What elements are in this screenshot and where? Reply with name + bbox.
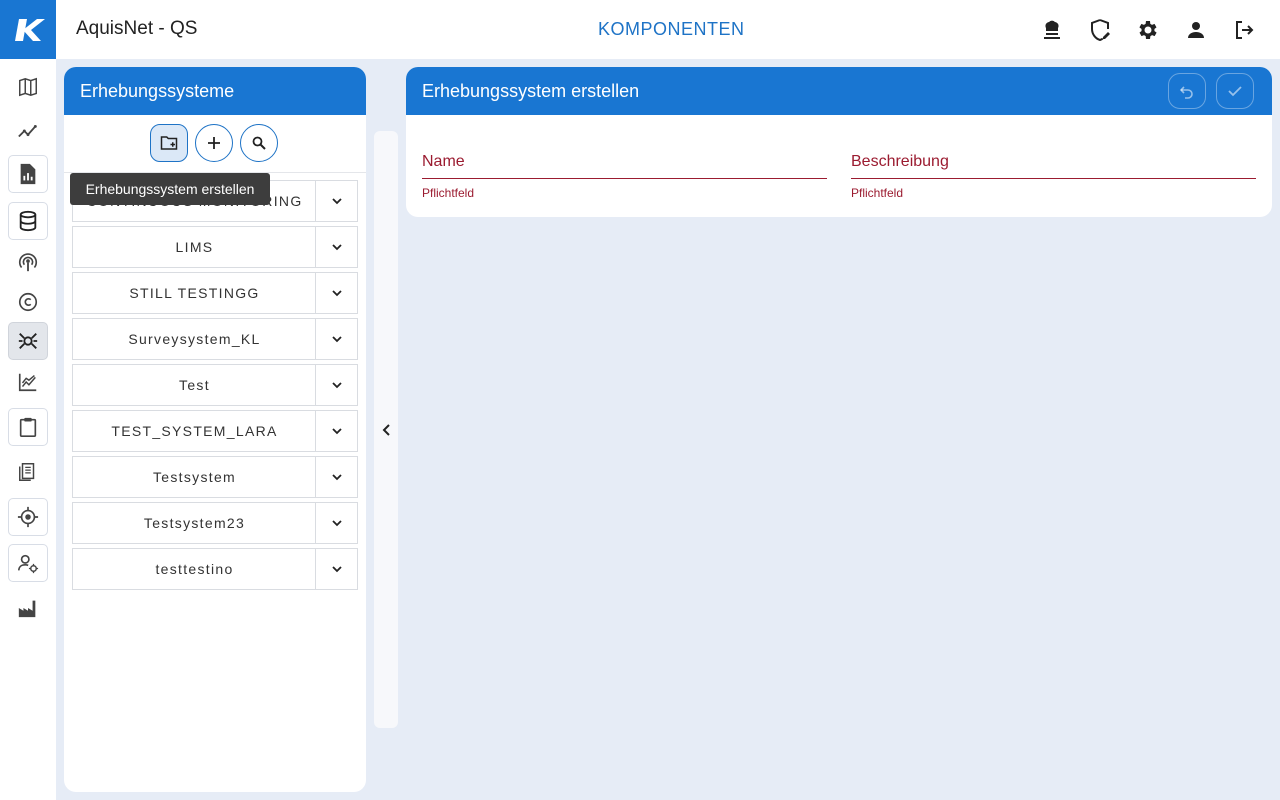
chevron-left-icon (382, 424, 390, 436)
database-icon (19, 210, 37, 232)
list-item[interactable]: Testsystem (72, 456, 358, 498)
expand-button[interactable] (315, 549, 357, 589)
list-item[interactable]: TEST_SYSTEM_LARA (72, 410, 358, 452)
line-chart-icon (18, 373, 37, 392)
app-title: AquisNet - QS (76, 18, 198, 39)
report-icon (20, 163, 36, 185)
folder-plus-icon (160, 136, 178, 150)
chevron-down-icon (331, 290, 342, 297)
expand-button[interactable] (315, 503, 357, 543)
expand-button[interactable] (315, 411, 357, 451)
list-item-label: Testsystem23 (143, 515, 246, 531)
form-title: Erhebungssystem erstellen (422, 80, 640, 101)
expand-button[interactable] (315, 365, 357, 405)
undo-icon (1179, 86, 1193, 99)
sidebar-item-copyright[interactable] (8, 283, 48, 321)
description-field[interactable]: Beschreibung Pflichtfeld (851, 153, 1256, 200)
add-button[interactable] (195, 124, 233, 162)
toolbar (64, 115, 366, 173)
name-field[interactable]: Name Pflichtfeld (422, 153, 827, 200)
sidebar-item-user-admin[interactable] (8, 544, 48, 582)
expand-button[interactable] (315, 227, 357, 267)
sidebar-item-targets[interactable] (8, 498, 48, 536)
collapse-panel-handle[interactable] (374, 131, 398, 728)
expand-button[interactable] (315, 457, 357, 497)
list-item-label: Testsystem (152, 469, 236, 485)
sidebar-item-sensors[interactable] (8, 243, 48, 281)
description-hint: Pflichtfeld (851, 186, 904, 200)
list-item-label: TEST_SYSTEM_LARA (111, 423, 278, 439)
sidebar-item-map[interactable] (8, 68, 48, 106)
sidebar-item-facilities[interactable] (8, 589, 48, 627)
chevron-down-icon (331, 520, 342, 527)
create-survey-system-form: Erhebungssystem erstellen Name Pflichtfe… (406, 67, 1272, 217)
document-stack-icon (19, 463, 35, 481)
target-icon (17, 506, 39, 528)
page-title: KOMPONENTEN (598, 19, 745, 39)
sidebar-item-tasks[interactable] (8, 408, 48, 446)
check-icon (1228, 86, 1242, 97)
chevron-down-icon (331, 382, 342, 389)
sidebar-item-trends[interactable] (8, 112, 48, 150)
chevron-down-icon (331, 244, 342, 251)
sidebar-item-documents[interactable] (8, 453, 48, 491)
sidebar-item-analytics[interactable] (8, 363, 48, 401)
map-icon (19, 77, 37, 97)
name-label: Name (422, 153, 465, 170)
chevron-down-icon (331, 428, 342, 435)
antenna-icon (18, 253, 38, 272)
sidebar-item-database[interactable] (8, 202, 48, 240)
gear-icon[interactable] (1135, 17, 1161, 43)
sidebar-item-components[interactable] (8, 322, 48, 360)
expand-button[interactable] (315, 181, 357, 221)
trend-chart-icon (18, 124, 37, 138)
app-logo[interactable] (0, 0, 56, 59)
chevron-down-icon (331, 474, 342, 481)
create-folder-button[interactable] (150, 124, 188, 162)
list-item-label: Test (179, 377, 210, 393)
copyright-icon (18, 292, 38, 312)
undo-button[interactable] (1168, 73, 1206, 109)
list-item[interactable]: Test (72, 364, 358, 406)
name-underline (422, 178, 827, 179)
logout-icon[interactable] (1231, 17, 1257, 43)
expand-button[interactable] (315, 273, 357, 313)
list-item-label: STILL TESTINGG (129, 285, 260, 301)
description-underline (851, 178, 1256, 179)
list-item-label: Surveysystem_KL (128, 331, 261, 347)
chevron-down-icon (331, 336, 342, 343)
shield-edit-icon[interactable] (1087, 17, 1113, 43)
list-item[interactable]: Testsystem23 (72, 502, 358, 544)
list-item-label: testtestino (155, 561, 234, 577)
chevron-down-icon (331, 198, 342, 205)
list-item[interactable]: Surveysystem_KL (72, 318, 358, 360)
name-hint: Pflichtfeld (422, 186, 475, 200)
chevron-down-icon (331, 566, 342, 573)
list-item[interactable]: testtestino (72, 548, 358, 590)
expand-button[interactable] (315, 319, 357, 359)
plus-icon (208, 137, 220, 149)
bug-icon (18, 333, 38, 349)
list-item[interactable]: LIMS (72, 226, 358, 268)
clipboard-icon (19, 417, 37, 437)
description-label: Beschreibung (851, 153, 949, 170)
sidebar-item-reports[interactable] (8, 155, 48, 193)
tooltip: Erhebungssystem erstellen (70, 173, 270, 205)
form-header: Erhebungssystem erstellen (406, 67, 1272, 115)
chef-hat-icon[interactable] (1039, 17, 1065, 43)
factory-icon (18, 600, 36, 618)
logo-icon (15, 18, 45, 41)
person-icon[interactable] (1183, 17, 1209, 43)
save-button[interactable] (1216, 73, 1254, 109)
top-bar: AquisNet - QS KOMPONENTEN (0, 0, 1280, 59)
list-item-label: LIMS (175, 239, 214, 255)
user-settings-icon (18, 554, 39, 574)
search-icon (252, 136, 266, 150)
search-button[interactable] (240, 124, 278, 162)
list-item[interactable]: STILL TESTINGG (72, 272, 358, 314)
sidebar (0, 59, 56, 800)
survey-systems-title: Erhebungssysteme (64, 67, 366, 115)
